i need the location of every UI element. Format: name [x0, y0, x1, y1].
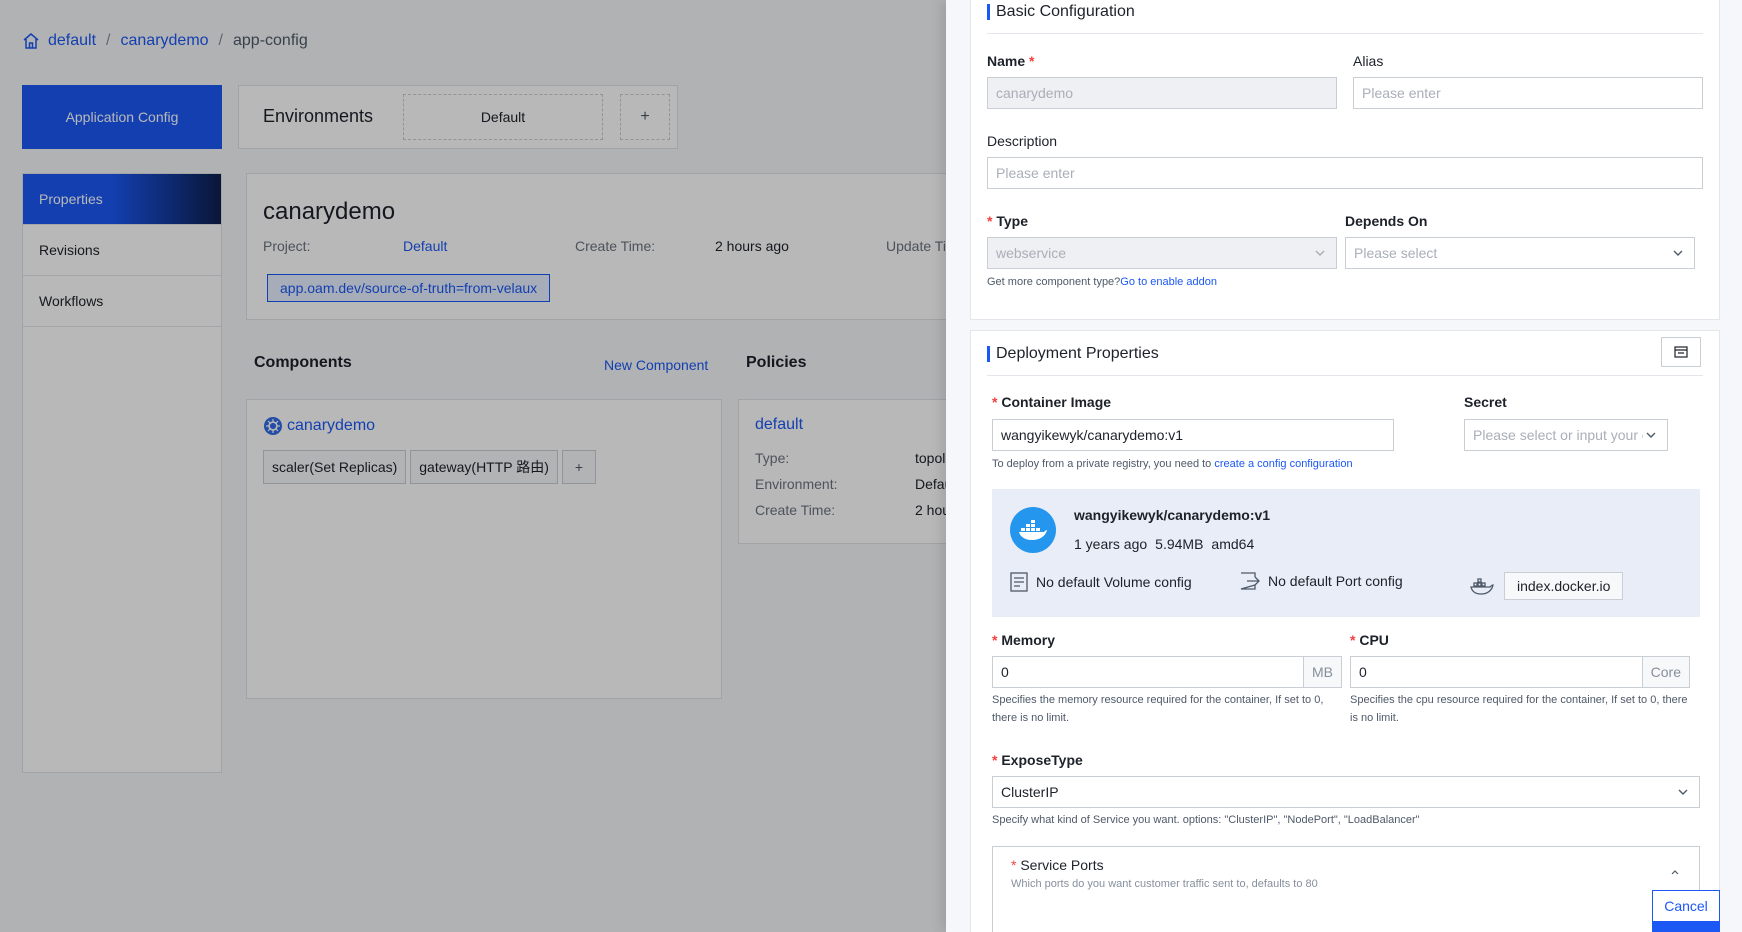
volume-info: No default Volume config	[1010, 572, 1192, 592]
image-age: 1 years ago	[1074, 536, 1148, 552]
volume-icon	[1010, 572, 1028, 592]
create-config-link[interactable]: create a config configuration	[1214, 458, 1352, 470]
secret-label: Secret	[1464, 394, 1507, 410]
edit-component-drawer: Basic Configuration Name * canarydemo Al…	[946, 0, 1742, 932]
registry-info: index.docker.io	[1470, 572, 1624, 600]
memory-help: Specifies the memory resource required f…	[992, 694, 1324, 724]
chevron-down-icon	[1315, 250, 1325, 256]
cpu-input[interactable]: 0 Core	[1350, 656, 1690, 688]
type-select[interactable]: webservice	[987, 237, 1337, 269]
image-help: To deploy from a private registry, you n…	[992, 458, 1353, 470]
image-size: 5.94MB	[1155, 536, 1204, 552]
container-image-input[interactable]: wangyikewyk/canarydemo:v1	[992, 419, 1394, 451]
cpu-unit: Core	[1641, 657, 1689, 687]
port-icon	[1240, 572, 1260, 590]
image-info-panel: wangyikewyk/canarydemo:v1 1 years ago 5.…	[992, 489, 1700, 617]
service-ports-panel: * Service Ports Which ports do you want …	[992, 846, 1700, 932]
expose-type-help: Specify what kind of Service you want. o…	[992, 814, 1420, 826]
cancel-button[interactable]: Cancel	[1652, 890, 1720, 922]
memory-unit: MB	[1303, 657, 1341, 687]
edit-mode-button[interactable]	[1661, 337, 1701, 367]
memory-label: * Memory	[992, 632, 1056, 648]
basic-config-title: Basic Configuration	[987, 3, 1135, 21]
image-meta: 1 years ago 5.94MB amd64	[1074, 536, 1254, 552]
container-image-label: * Container Image	[992, 394, 1112, 410]
submit-button[interactable]	[1652, 922, 1720, 932]
service-ports-help: Which ports do you want customer traffic…	[1011, 878, 1318, 890]
port-info: No default Port config	[1240, 572, 1403, 590]
cpu-help: Specifies the cpu resource required for …	[1350, 694, 1688, 724]
divider	[987, 375, 1703, 376]
basic-config-card: Basic Configuration Name * canarydemo Al…	[970, 0, 1720, 320]
type-help: Get more component type?Go to enable add…	[987, 276, 1217, 288]
docker-whale-icon	[1470, 578, 1494, 595]
chevron-down-icon	[1646, 432, 1656, 438]
expose-type-label: * ExposeType	[992, 752, 1083, 768]
registry-tag: index.docker.io	[1504, 572, 1624, 600]
image-name: wangyikewyk/canarydemo:v1	[1074, 507, 1271, 523]
code-view-icon	[1674, 346, 1688, 358]
chevron-down-icon	[1678, 789, 1688, 795]
chevron-up-icon[interactable]	[1669, 867, 1681, 879]
description-input[interactable]: Please enter	[987, 157, 1703, 189]
alias-label: Alias	[1353, 53, 1384, 69]
expose-type-select[interactable]: ClusterIP	[992, 776, 1700, 808]
docker-icon	[1010, 507, 1056, 553]
enable-addon-link[interactable]: Go to enable addon	[1120, 276, 1217, 288]
name-label: Name *	[987, 53, 1035, 69]
deployment-properties-title: Deployment Properties	[987, 345, 1159, 363]
name-input[interactable]: canarydemo	[987, 77, 1337, 109]
chevron-down-icon	[1673, 250, 1683, 256]
depends-on-label: Depends On	[1345, 213, 1428, 229]
memory-input[interactable]: 0 MB	[992, 656, 1342, 688]
description-label: Description	[987, 133, 1058, 149]
image-arch: amd64	[1211, 536, 1255, 552]
cpu-label: * CPU	[1350, 632, 1389, 648]
service-ports-label: * Service Ports	[1011, 857, 1104, 873]
type-label: * Type	[987, 213, 1028, 229]
depends-on-select[interactable]: Please select	[1345, 237, 1695, 269]
secret-select[interactable]: Please select or input your owne	[1464, 419, 1668, 451]
divider	[987, 33, 1703, 34]
alias-input[interactable]: Please enter	[1353, 77, 1703, 109]
